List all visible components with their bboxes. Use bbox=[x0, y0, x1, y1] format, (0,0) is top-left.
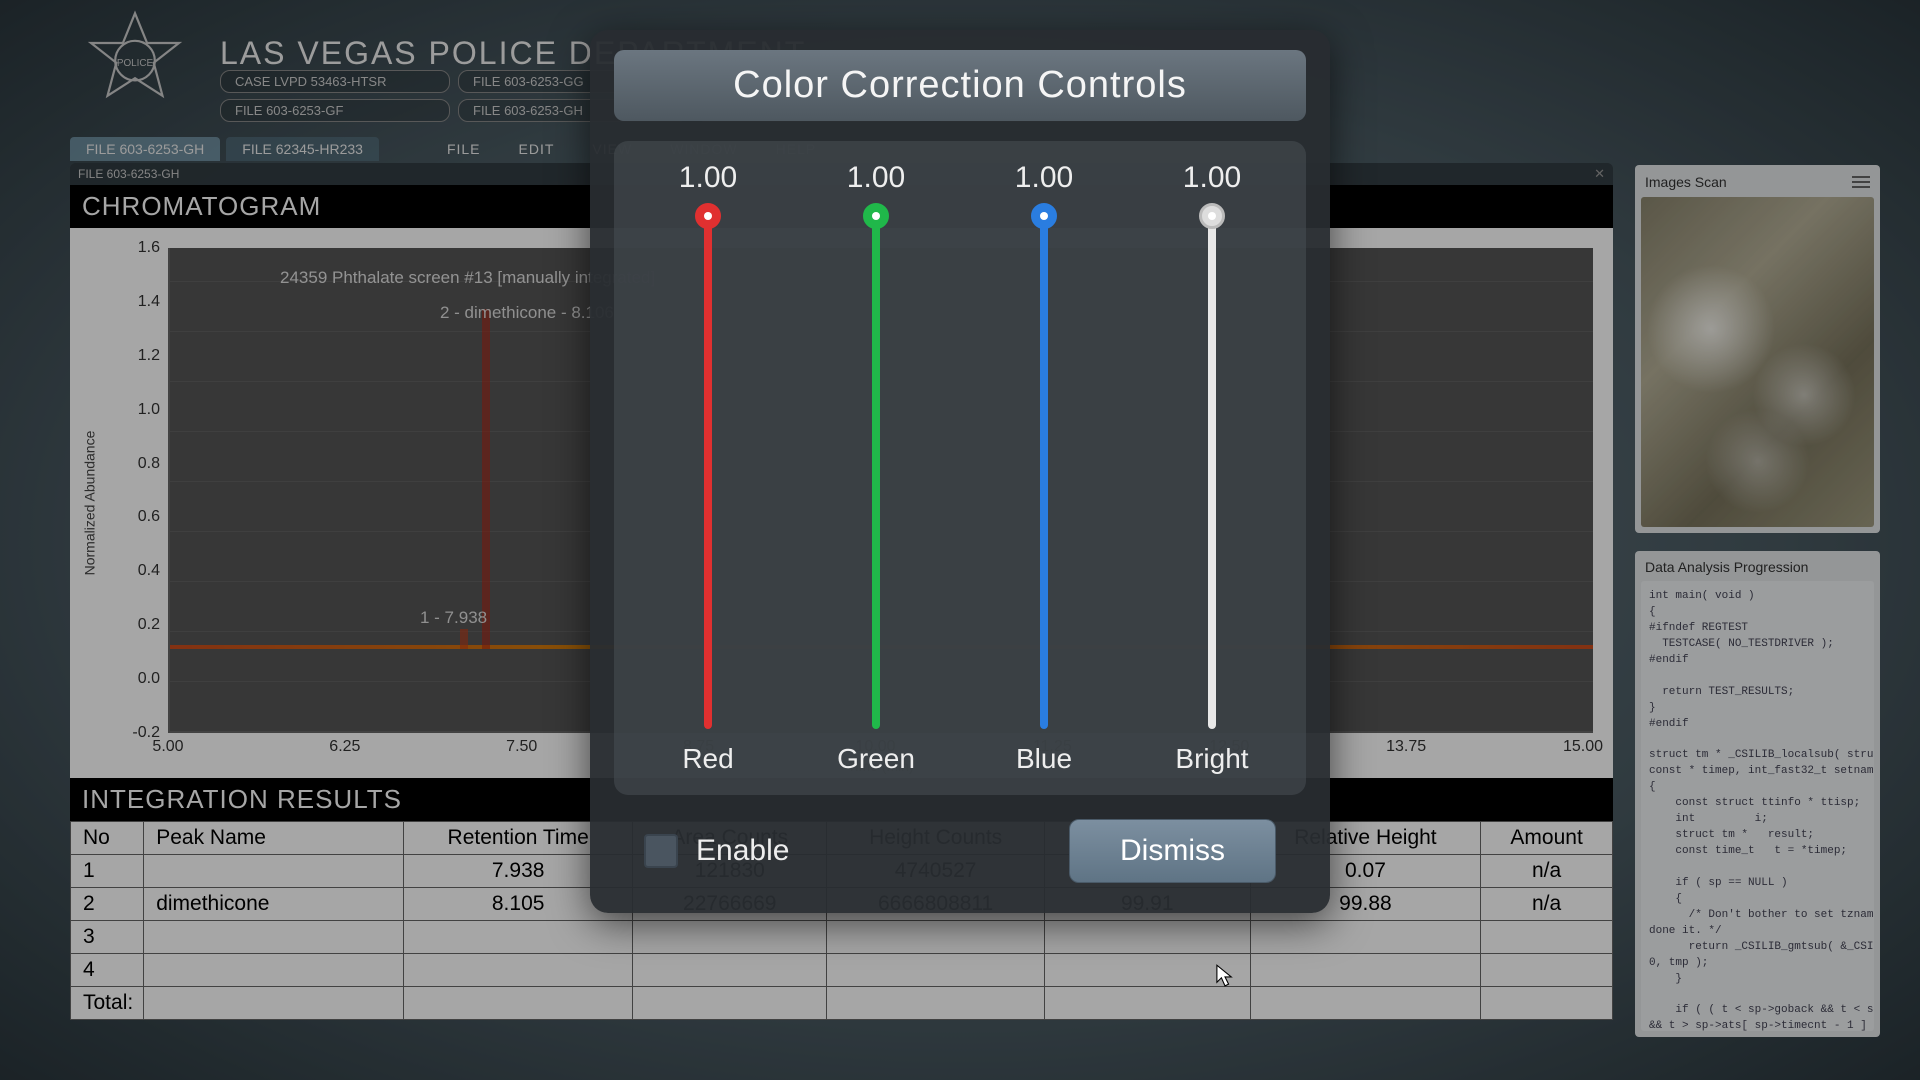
slider-track[interactable] bbox=[704, 209, 712, 729]
slider-thumb[interactable] bbox=[863, 203, 889, 229]
color-correction-modal: Color Correction Controls 1.00 Red 1.00 … bbox=[590, 30, 1330, 913]
slider-value: 1.00 bbox=[1183, 161, 1241, 195]
slider-track[interactable] bbox=[1208, 209, 1216, 729]
slider-thumb[interactable] bbox=[1199, 203, 1225, 229]
slider-label: Green bbox=[837, 743, 915, 775]
enable-label: Enable bbox=[696, 834, 789, 868]
dismiss-button[interactable]: Dismiss bbox=[1069, 819, 1276, 883]
slider-thumb[interactable] bbox=[695, 203, 721, 229]
slider-value: 1.00 bbox=[679, 161, 737, 195]
slider-value: 1.00 bbox=[1015, 161, 1073, 195]
slider-track[interactable] bbox=[872, 209, 880, 729]
modal-title: Color Correction Controls bbox=[614, 50, 1306, 121]
slider-red: 1.00 Red bbox=[633, 161, 783, 775]
slider-label: Bright bbox=[1175, 743, 1248, 775]
slider-bright: 1.00 Bright bbox=[1137, 161, 1287, 775]
modal-overlay: Color Correction Controls 1.00 Red 1.00 … bbox=[0, 0, 1920, 1080]
slider-label: Blue bbox=[1016, 743, 1072, 775]
slider-value: 1.00 bbox=[847, 161, 905, 195]
slider-track[interactable] bbox=[1040, 209, 1048, 729]
slider-blue: 1.00 Blue bbox=[969, 161, 1119, 775]
enable-checkbox[interactable] bbox=[644, 834, 678, 868]
enable-toggle[interactable]: Enable bbox=[644, 834, 789, 868]
slider-green: 1.00 Green bbox=[801, 161, 951, 775]
slider-label: Red bbox=[682, 743, 733, 775]
slider-group: 1.00 Red 1.00 Green 1.00 Blue bbox=[614, 141, 1306, 795]
slider-thumb[interactable] bbox=[1031, 203, 1057, 229]
mouse-cursor-icon bbox=[1216, 964, 1234, 988]
modal-footer: Enable Dismiss bbox=[614, 819, 1306, 883]
